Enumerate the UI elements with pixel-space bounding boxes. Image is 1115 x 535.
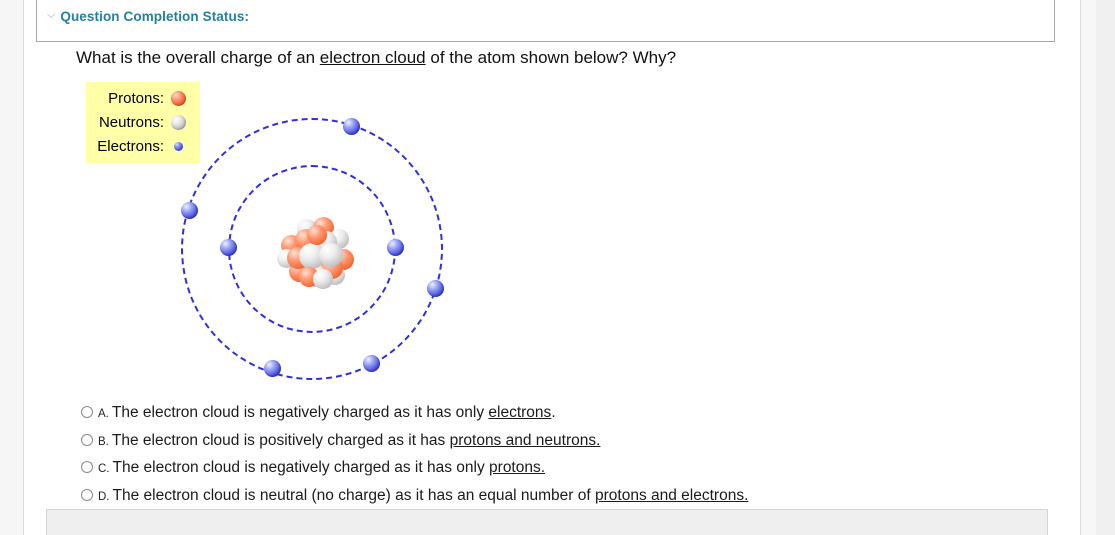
- legend-label-electrons: Electrons:: [97, 137, 164, 155]
- question-prompt: What is the overall charge of an electro…: [76, 48, 676, 68]
- answer-letter-b: B.: [98, 435, 109, 448]
- nucleus-neutron: [313, 269, 333, 289]
- right-margin: [1080, 0, 1096, 535]
- left-margin: [0, 0, 24, 535]
- radio-button-a[interactable]: [81, 406, 93, 418]
- electron-outer-2: [181, 202, 198, 219]
- vertical-scrollbar[interactable]: [1096, 0, 1115, 535]
- electron-outer-3: [427, 280, 444, 297]
- question-text-part1: What is the overall charge of an: [76, 48, 320, 67]
- answer-option-c[interactable]: C. The electron cloud is negatively char…: [81, 459, 981, 487]
- electron-outer-1: [343, 118, 360, 135]
- answer-d-pre: The electron cloud is neutral (no charge…: [112, 486, 595, 504]
- answer-text-d: The electron cloud is neutral (no charge…: [113, 487, 749, 505]
- answer-c-link: protons.: [489, 459, 546, 476]
- question-link-electron-cloud: electron cloud: [319, 48, 426, 67]
- answer-text-b: The electron cloud is positively charged…: [112, 432, 601, 450]
- status-bar-label: Question Completion Status:: [60, 9, 250, 24]
- answer-a-pre: The electron cloud is negatively charged…: [111, 404, 489, 421]
- answer-b-link: protons and neutrons.: [449, 431, 601, 449]
- legend-label-neutrons: Neutrons:: [98, 113, 164, 131]
- nucleus-neutron: [319, 243, 343, 267]
- electron-inner-2: [387, 239, 404, 256]
- electron-inner-1: [220, 239, 237, 256]
- electron-outer-4: [363, 355, 380, 372]
- answer-letter-c: C.: [98, 463, 110, 475]
- chevron-double-down-icon[interactable]: ⌵: [47, 10, 55, 21]
- proton-sphere-icon: [170, 90, 186, 106]
- atom-diagram: [170, 108, 460, 398]
- legend-label-protons: Protons:: [108, 89, 164, 107]
- question-completion-status-bar[interactable]: ⌵ Question Completion Status:: [36, 0, 1055, 42]
- question-text-part2: of the atom shown below? Why?: [425, 48, 677, 67]
- answer-d-link: protons and electrons.: [595, 486, 749, 504]
- radio-button-d[interactable]: [81, 488, 93, 501]
- bottom-answer-panel[interactable]: [46, 509, 1048, 535]
- answer-option-b[interactable]: B. The electron cloud is positively char…: [81, 432, 981, 460]
- answer-a-post: .: [551, 404, 556, 421]
- answer-letter-d: D.: [98, 490, 110, 503]
- answer-b-pre: The electron cloud is positively charged…: [111, 431, 450, 449]
- browser-page: ⌵ Question Completion Status: What is th…: [0, 0, 1115, 535]
- radio-button-b[interactable]: [81, 433, 93, 446]
- answer-letter-a: A.: [98, 408, 109, 420]
- answer-text-c: The electron cloud is negatively charged…: [113, 459, 546, 477]
- answer-text-a: The electron cloud is negatively charged…: [112, 404, 556, 422]
- nucleus-proton: [307, 225, 327, 245]
- answer-options-list: A. The electron cloud is negatively char…: [81, 404, 981, 514]
- answer-option-a[interactable]: A. The electron cloud is negatively char…: [81, 404, 981, 432]
- legend-marker-protons: [164, 90, 192, 106]
- atom-nucleus: [275, 213, 355, 293]
- status-bar-inner: ⌵ Question Completion Status:: [37, 0, 1054, 24]
- legend-row-protons: Protons:: [92, 86, 192, 110]
- radio-button-c[interactable]: [81, 461, 93, 473]
- answer-c-pre: The electron cloud is negatively charged…: [112, 459, 490, 476]
- answer-a-link: electrons: [488, 404, 552, 421]
- electron-outer-5: [264, 360, 281, 377]
